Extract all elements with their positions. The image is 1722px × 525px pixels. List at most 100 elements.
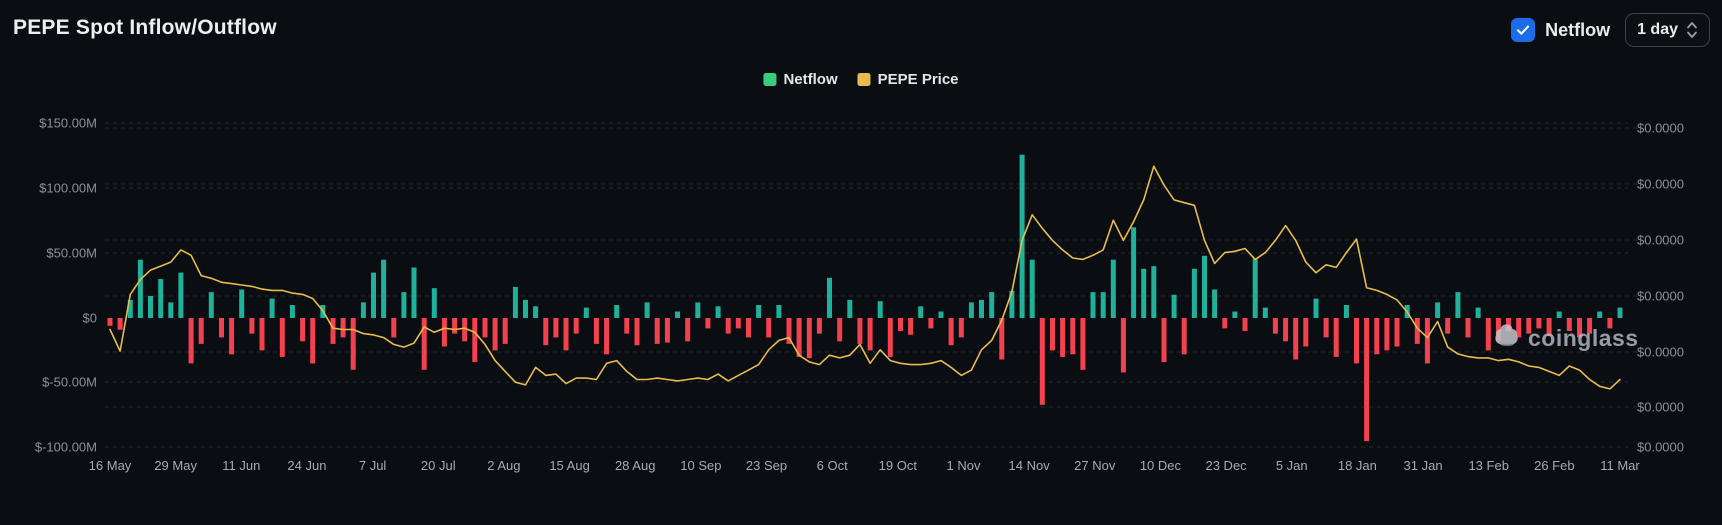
netflow-bar [289, 305, 295, 318]
netflow-bar [168, 302, 174, 318]
netflow-bar [208, 292, 214, 318]
netflow-bar [1181, 318, 1187, 355]
netflow-bar [300, 318, 306, 342]
netflow-bar [898, 318, 903, 331]
axis-label: 11 Mar [1600, 458, 1640, 473]
netflow-bar [1272, 318, 1278, 334]
axis-label: 28 Aug [615, 458, 656, 473]
netflow-bar [1445, 318, 1451, 334]
axis-label: 24 Jun [287, 458, 326, 473]
netflow-bar [887, 318, 893, 357]
netflow-bar [229, 318, 235, 355]
axis-label: 15 Aug [549, 458, 590, 473]
netflow-bar [1516, 318, 1522, 338]
netflow-bar [452, 318, 458, 334]
netflow-bar [705, 318, 711, 329]
pepe-spot-inflow-outflow-panel: PEPE Spot Inflow/Outflow Netflow 1 day N… [0, 0, 1722, 525]
netflow-bar [928, 318, 934, 329]
netflow-bar [816, 318, 822, 334]
chart-plot-area[interactable]: $150.00M $100.00M $50.00M $0 $-50.00M $-100.0… [0, 0, 1722, 525]
netflow-bar [1151, 266, 1157, 318]
netflow-bar [310, 318, 316, 364]
netflow-bar [543, 318, 549, 346]
axis-label: $100.00M [39, 181, 97, 196]
netflow-bar [735, 318, 741, 329]
netflow-bar [634, 318, 640, 346]
netflow-bar [1252, 258, 1258, 318]
axis-label: 1 Nov [946, 458, 980, 473]
netflow-bar [1617, 307, 1623, 318]
netflow-bar [482, 318, 488, 338]
netflow-bar [492, 318, 498, 351]
netflow-bar [259, 318, 265, 351]
axis-label: $50.00M [46, 246, 97, 261]
netflow-bar [604, 318, 610, 355]
netflow-bar [948, 318, 954, 346]
netflow-bar [1070, 318, 1076, 355]
netflow-bar [958, 318, 964, 338]
netflow-bar [107, 318, 113, 326]
price-line [109, 165, 1621, 390]
netflow-bar [1171, 294, 1177, 318]
netflow-bar [938, 311, 944, 318]
axis-label: 29 May [154, 458, 197, 473]
netflow-bar [441, 318, 447, 347]
axis-label: 10 Dec [1140, 458, 1182, 473]
netflow-bar [847, 299, 853, 318]
netflow-bar [340, 318, 346, 338]
axis-label: 16 May [89, 458, 132, 473]
netflow-bar [1313, 298, 1319, 318]
netflow-bar [1262, 307, 1268, 318]
netflow-bar [330, 318, 336, 344]
netflow-bar [756, 305, 762, 318]
netflow-bar [1293, 318, 1299, 360]
netflow-bar [1161, 318, 1167, 363]
netflow-bar [512, 286, 518, 318]
netflow-bar [776, 305, 782, 318]
netflow-bar [675, 311, 680, 318]
axis-label: $0.0000 [1637, 289, 1684, 304]
netflow-bar [239, 289, 245, 318]
netflow-bar [148, 296, 153, 318]
axis-label: 13 Feb [1468, 458, 1508, 473]
netflow-bar [1424, 318, 1430, 364]
netflow-bar [350, 318, 356, 370]
axis-label: $150.00M [39, 116, 97, 131]
netflow-bar [685, 318, 691, 342]
netflow-bar [431, 288, 437, 318]
axis-label: 6 Oct [817, 458, 848, 473]
netflow-bar [725, 318, 731, 334]
netflow-bar [593, 318, 599, 344]
axis-label: 5 Jan [1276, 458, 1308, 473]
netflow-bar [837, 318, 843, 342]
netflow-bar [1060, 318, 1066, 357]
netflow-bar [401, 292, 407, 318]
netflow-bar [1475, 307, 1481, 318]
netflow-bar [269, 298, 275, 318]
netflow-bar [989, 292, 995, 318]
netflow-bar [1232, 311, 1238, 318]
netflow-bar [1323, 318, 1329, 338]
netflow-bar [1577, 318, 1582, 338]
netflow-bar [857, 318, 863, 344]
netflow-bar [1495, 318, 1501, 342]
netflow-bar [1526, 318, 1532, 334]
netflow-bar [1039, 318, 1045, 405]
netflow-bar [1455, 292, 1461, 318]
netflow-bar [1354, 318, 1359, 364]
netflow-bar [1222, 318, 1228, 329]
axis-label: 18 Jan [1338, 458, 1377, 473]
netflow-bar [198, 318, 204, 344]
netflow-bar [563, 318, 569, 351]
netflow-bar [1587, 318, 1593, 334]
netflow-bar [1566, 318, 1572, 331]
netflow-bar [654, 318, 660, 344]
axis-label: 27 Nov [1074, 458, 1116, 473]
axis-label: $-50.00M [42, 375, 97, 390]
netflow-bar [1374, 318, 1380, 355]
netflow-bar [1435, 302, 1441, 318]
netflow-bar [1607, 318, 1613, 329]
netflow-bar [918, 306, 924, 318]
netflow-bar [573, 318, 579, 334]
netflow-bar [806, 318, 812, 359]
